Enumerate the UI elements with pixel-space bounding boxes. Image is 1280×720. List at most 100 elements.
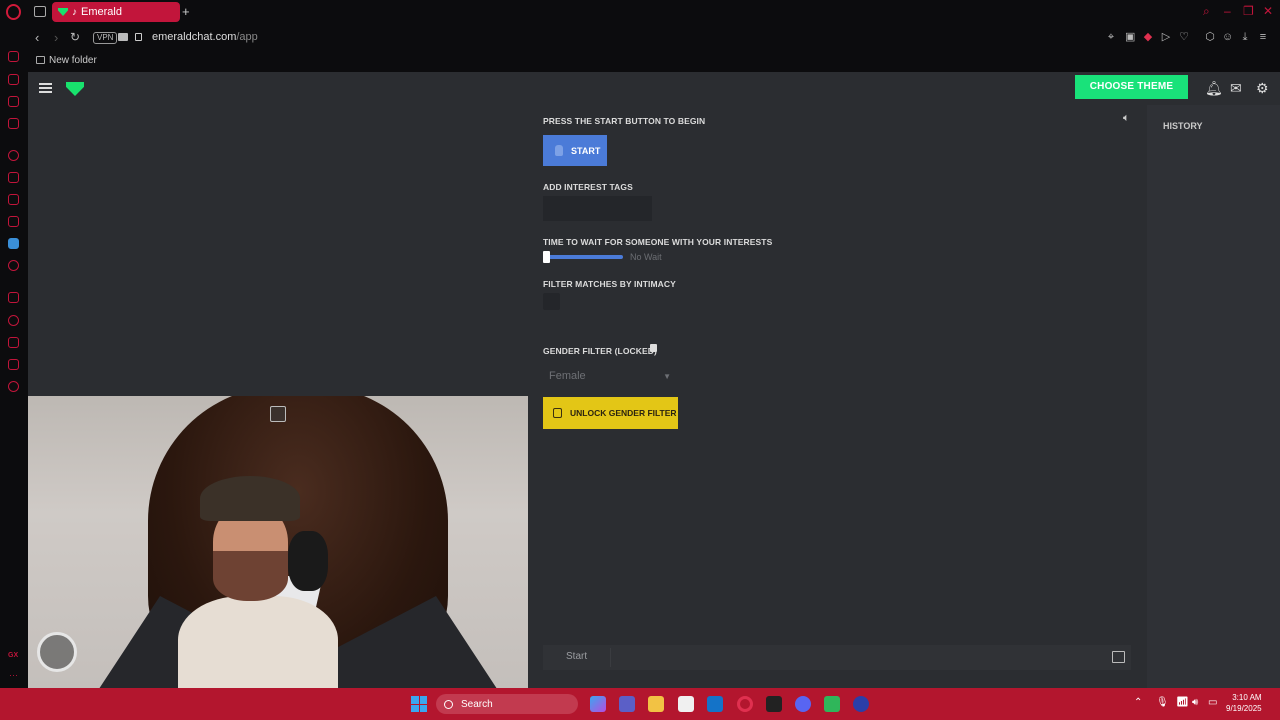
- telegram-icon[interactable]: [8, 238, 19, 249]
- url-path: /app: [236, 31, 258, 43]
- tray-chevron-icon[interactable]: ⌃: [1134, 697, 1142, 708]
- download-icon[interactable]: ⤓: [1240, 32, 1250, 43]
- browser-tab-emerald[interactable]: ♪ Emerald: [52, 2, 180, 22]
- wait-time-slider[interactable]: [545, 255, 623, 259]
- hand-icon: [555, 145, 563, 156]
- gender-select[interactable]: Female ▼: [543, 366, 677, 386]
- music-icon[interactable]: [8, 150, 19, 161]
- heart-icon[interactable]: ♡: [1179, 32, 1189, 43]
- clock-time: 3:10 AM: [1232, 693, 1262, 702]
- camera-icon[interactable]: [118, 33, 128, 41]
- file-explorer-icon[interactable]: [648, 696, 664, 712]
- teams-icon[interactable]: [619, 696, 635, 712]
- reload-icon[interactable]: ↻: [70, 30, 80, 44]
- history-panel: [1147, 105, 1280, 688]
- outlook-icon[interactable]: [707, 696, 723, 712]
- bookmarks-bar: [0, 52, 1280, 72]
- instagram-icon[interactable]: [8, 194, 19, 205]
- volume-icon[interactable]: 🔈︎: [1123, 112, 1130, 125]
- aria-icon[interactable]: [8, 51, 19, 62]
- history-icon[interactable]: [8, 74, 19, 85]
- start-button[interactable]: START: [543, 135, 607, 166]
- gx-icon[interactable]: GX: [8, 652, 18, 659]
- profile-icon[interactable]: ☺: [1222, 32, 1233, 43]
- chat-icon[interactable]: [8, 359, 19, 370]
- twitch-icon[interactable]: [8, 172, 19, 183]
- streamer-body: [178, 596, 338, 688]
- chat-start-label[interactable]: Start: [566, 651, 587, 662]
- lock-icon[interactable]: [135, 33, 142, 41]
- more-icon[interactable]: ···: [9, 670, 18, 680]
- settings-icon[interactable]: [8, 381, 19, 392]
- folder-icon: [36, 56, 45, 64]
- spreadsheet-taskbar-icon[interactable]: [824, 696, 840, 712]
- back-icon[interactable]: ‹: [35, 30, 39, 45]
- discord-icon[interactable]: [8, 216, 19, 227]
- notifications-icon[interactable]: 🔔︎: [1205, 80, 1223, 97]
- downloads-sidebar-icon[interactable]: [8, 337, 19, 348]
- adblock-icon[interactable]: ◆: [1143, 32, 1153, 43]
- pin-icon[interactable]: ⌖: [1106, 32, 1116, 43]
- settings-gear-icon[interactable]: ⚙: [1256, 80, 1269, 97]
- windows-taskbar: [0, 688, 1280, 720]
- image-upload-icon[interactable]: [1112, 651, 1125, 663]
- streamer-overlay: [178, 476, 338, 688]
- minimize-icon[interactable]: –: [1224, 4, 1231, 18]
- wait-time-slider-thumb[interactable]: [543, 251, 550, 263]
- emerald-favicon-icon: [58, 8, 68, 16]
- clock-date: 9/19/2025: [1226, 704, 1262, 713]
- chat-input[interactable]: [543, 645, 1131, 670]
- mic-tray-icon[interactable]: 🎙︎: [1156, 697, 1169, 708]
- extensions-icon[interactable]: ⬡: [1205, 32, 1215, 43]
- tab-audio-icon[interactable]: ♪: [72, 7, 77, 18]
- whatsapp-icon[interactable]: [8, 118, 19, 129]
- app-taskbar-icon[interactable]: [766, 696, 782, 712]
- taskbar-clock[interactable]: 3:10 AM 9/19/2025: [1226, 692, 1262, 714]
- store-icon[interactable]: [678, 696, 694, 712]
- streamer-beard: [213, 551, 288, 601]
- workspace-icon[interactable]: [34, 6, 46, 17]
- search-tabs-icon[interactable]: ⌕: [1203, 4, 1210, 19]
- unlock-button-label: UNLOCK GENDER FILTER: [570, 408, 677, 418]
- restore-icon[interactable]: ❐: [1243, 4, 1254, 18]
- url-host: emeraldchat.com: [152, 31, 237, 43]
- close-icon[interactable]: ✕: [1263, 4, 1273, 18]
- easy-setup-icon[interactable]: ≡: [1258, 32, 1268, 43]
- history-title: HISTORY: [1163, 121, 1203, 131]
- menu-icon[interactable]: [39, 83, 52, 93]
- interest-tags-input[interactable]: [543, 196, 652, 221]
- vpn-badge[interactable]: VPN: [93, 32, 118, 44]
- obs-taskbar-icon[interactable]: [853, 696, 869, 712]
- popout-video-icon[interactable]: [270, 406, 286, 422]
- opera-gx-taskbar-icon[interactable]: [737, 696, 753, 712]
- volume-tray-icon[interactable]: 🔊︎: [1192, 697, 1198, 708]
- messages-icon[interactable]: ✉: [1230, 80, 1242, 97]
- lock-button-icon: [553, 408, 562, 418]
- workspace-sidebar-icon[interactable]: [8, 292, 19, 303]
- messenger-icon[interactable]: [8, 96, 19, 107]
- vk-icon[interactable]: [8, 260, 19, 271]
- streamer-cap: [200, 476, 300, 521]
- copilot-icon[interactable]: [590, 696, 606, 712]
- unlock-gender-filter-button[interactable]: UNLOCK GENDER FILTER: [543, 397, 678, 429]
- clock-icon[interactable]: [8, 315, 19, 326]
- wait-time-value: No Wait: [630, 252, 662, 262]
- new-tab-icon[interactable]: +: [182, 4, 190, 19]
- forward-icon[interactable]: ›: [54, 30, 58, 45]
- bookmark-folder[interactable]: New folder: [49, 55, 97, 66]
- snapshot-icon[interactable]: ▣: [1125, 32, 1135, 43]
- discord-taskbar-icon[interactable]: [795, 696, 811, 712]
- choose-theme-button[interactable]: CHOOSE THEME: [1075, 75, 1188, 99]
- padlock-icon: [650, 344, 657, 352]
- tab-title: Emerald: [81, 6, 122, 18]
- url-field[interactable]: emeraldchat.com/app: [152, 31, 258, 43]
- taskbar-search-label: Search: [461, 698, 493, 710]
- opera-menu-icon[interactable]: [6, 4, 21, 20]
- intimacy-filter-toggle[interactable]: [543, 293, 560, 310]
- battery-icon[interactable]: ▭: [1208, 697, 1217, 708]
- taskbar-search[interactable]: Search: [436, 694, 578, 714]
- windows-start-icon[interactable]: [411, 696, 427, 712]
- wifi-icon[interactable]: 📶︎: [1176, 697, 1189, 708]
- chat-divider: [610, 648, 611, 667]
- play-icon[interactable]: ▷: [1161, 32, 1171, 43]
